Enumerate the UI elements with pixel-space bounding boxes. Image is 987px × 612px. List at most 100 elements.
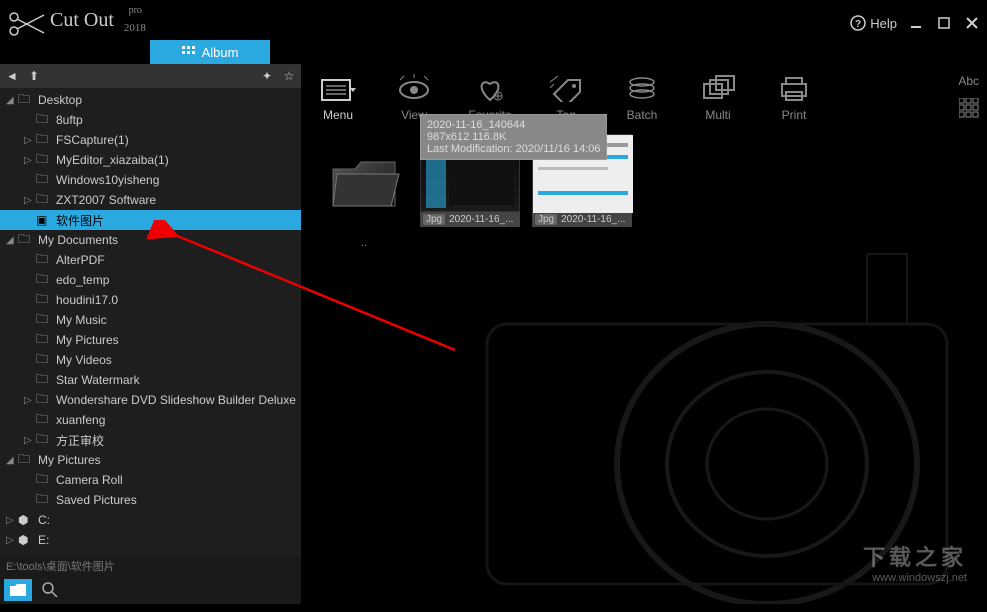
folder-icon: 🗀 xyxy=(36,330,52,351)
folder-icon: 🗀 xyxy=(36,370,52,391)
tree-item[interactable]: 🗀xuanfeng xyxy=(0,410,301,430)
expand-arrow[interactable]: ▷ xyxy=(6,535,18,546)
nav-back-button[interactable]: ◄ xyxy=(4,68,20,84)
tree-item[interactable]: ▷🗀 ZXT2007 Software xyxy=(0,190,301,210)
heart-icon xyxy=(472,74,508,102)
favorite-button[interactable]: ☆ xyxy=(281,68,297,84)
thumb-name: 2020-11-16_... xyxy=(561,214,625,225)
sidebar-toolbar: ◄ ⬆ ✦ ☆ xyxy=(0,64,301,88)
window-controls: ? Help xyxy=(850,14,981,32)
tree-item[interactable]: ▷🗀方正审校 xyxy=(0,430,301,450)
folder-icon: 🗀 xyxy=(36,310,52,331)
watermark: 下载之家 www.windowszj.net xyxy=(863,540,967,584)
tree-item[interactable]: ▷🗀MyEditor_xiazaiba(1) xyxy=(0,150,301,170)
tree-item[interactable]: ◢🗀My Documents xyxy=(0,230,301,250)
album-bar: Album xyxy=(150,40,987,64)
tree-item[interactable]: ▷🗀FSCapture(1) xyxy=(0,130,301,150)
folder-icon: ⬢ xyxy=(18,533,34,547)
right-toolbar: Abc xyxy=(958,74,979,121)
tree-label: AlterPDF xyxy=(56,253,105,267)
expand-arrow[interactable]: ▷ xyxy=(6,515,18,526)
tool-label: Print xyxy=(782,108,807,122)
tree-item[interactable]: 🗀AlterPDF xyxy=(0,250,301,270)
text-mode-button[interactable]: Abc xyxy=(958,74,979,88)
tooltip-modified: Last Modification: 2020/11/16 14:06 xyxy=(427,143,600,155)
expand-arrow[interactable]: ▷ xyxy=(24,435,36,446)
tree-label: Star Watermark xyxy=(56,373,140,387)
tree-item[interactable]: ▷⬢C: xyxy=(0,510,301,530)
folder-icon: ▣ xyxy=(36,213,52,227)
tool-batch[interactable]: Batch xyxy=(618,74,666,122)
menu-icon xyxy=(320,74,356,102)
expand-arrow[interactable]: ▷ xyxy=(24,135,36,146)
folder-icon: 🗀 xyxy=(36,270,52,291)
folder-tree[interactable]: ◢🗀Desktop🗀8uftp▷🗀FSCapture(1)▷🗀MyEditor_… xyxy=(0,88,301,556)
tree-item[interactable]: 🗀 Star Watermark xyxy=(0,370,301,390)
folder-icon: 🗀 xyxy=(36,430,52,451)
help-label: Help xyxy=(870,16,897,31)
tree-label: ZXT2007 Software xyxy=(56,193,156,207)
tree-item[interactable]: 🗀 Saved Pictures xyxy=(0,490,301,510)
tool-menu[interactable]: Menu xyxy=(314,74,362,122)
tree-item[interactable]: ▷🗀Wondershare DVD Slideshow Builder Delu… xyxy=(0,390,301,410)
expand-arrow[interactable]: ▷ xyxy=(24,155,36,166)
thumb-name: 2020-11-16_... xyxy=(449,214,513,225)
tooltip-dimensions: 987x612 116.8K xyxy=(427,131,600,143)
tree-label: MyEditor_xiazaiba(1) xyxy=(56,153,169,167)
tree-item[interactable]: 🗀 edo_temp xyxy=(0,270,301,290)
tree-item[interactable]: 🗀Windows10yisheng xyxy=(0,170,301,190)
expand-arrow[interactable]: ▷ xyxy=(24,395,36,406)
tree-item[interactable]: 🗀8uftp xyxy=(0,110,301,130)
tree-label: Windows10yisheng xyxy=(56,173,159,187)
tree-label: My Music xyxy=(56,313,107,327)
tool-print[interactable]: Print xyxy=(770,74,818,122)
maximize-button[interactable] xyxy=(935,14,953,32)
folder-icon: 🗀 xyxy=(36,490,52,511)
expand-arrow[interactable]: ◢ xyxy=(6,235,18,246)
ext-badge: Jpg xyxy=(423,214,445,225)
app-logo: Cut Out pro 2018 xyxy=(6,7,114,39)
grid-mode-button[interactable] xyxy=(959,98,979,121)
grid-large-icon xyxy=(959,98,979,118)
tree-item[interactable]: 🗀My Videos xyxy=(0,350,301,370)
expand-arrow[interactable]: ▷ xyxy=(24,195,36,206)
tree-label: edo_temp xyxy=(56,273,109,287)
close-button[interactable] xyxy=(963,14,981,32)
pin-button[interactable]: ✦ xyxy=(259,68,275,84)
expand-arrow[interactable]: ◢ xyxy=(6,455,18,466)
nav-up-button[interactable]: ⬆ xyxy=(26,68,42,84)
search-button[interactable] xyxy=(40,580,60,600)
batch-icon xyxy=(624,74,660,102)
print-icon xyxy=(776,74,812,102)
tree-item[interactable]: ▷⬢ E: xyxy=(0,530,301,550)
folder-icon: ⬢ xyxy=(18,513,34,527)
tree-item[interactable]: ◢🗀Desktop xyxy=(0,90,301,110)
folder-icon: 🗀 xyxy=(18,90,34,111)
tool-label: Batch xyxy=(627,108,658,122)
folder-icon: 🗀 xyxy=(36,190,52,211)
tree-item[interactable]: 🗀houdini17.0 xyxy=(0,290,301,310)
tree-label: E: xyxy=(38,533,49,547)
tree-item[interactable]: ◢🗀My Pictures xyxy=(0,450,301,470)
minimize-button[interactable] xyxy=(907,14,925,32)
folder-icon: 🗀 xyxy=(36,290,52,311)
tree-label: Saved Pictures xyxy=(56,493,137,507)
tree-label: 方正审校 xyxy=(56,432,104,449)
folder-open-icon xyxy=(325,144,403,222)
tree-label: My Pictures xyxy=(56,333,119,347)
folder-mode-button[interactable] xyxy=(4,579,32,601)
folder-icon: 🗀 xyxy=(18,450,34,471)
help-icon: ? xyxy=(850,15,866,31)
folder-icon xyxy=(10,584,26,596)
parent-folder[interactable]: .. xyxy=(320,134,408,249)
tree-item[interactable]: ▣软件图片 xyxy=(0,210,301,230)
tree-item[interactable]: 🗀 My Music xyxy=(0,310,301,330)
expand-arrow[interactable]: ◢ xyxy=(6,95,18,106)
help-button[interactable]: ? Help xyxy=(850,15,897,31)
content-area: MenuViewFavoriteTagBatchMultiPrint Abc .… xyxy=(302,64,987,604)
tree-item[interactable]: 🗀Camera Roll xyxy=(0,470,301,490)
tool-multi[interactable]: Multi xyxy=(694,74,742,122)
folder-icon: 🗀 xyxy=(36,470,52,491)
album-button[interactable]: Album xyxy=(150,40,270,64)
tree-item[interactable]: 🗀 My Pictures xyxy=(0,330,301,350)
